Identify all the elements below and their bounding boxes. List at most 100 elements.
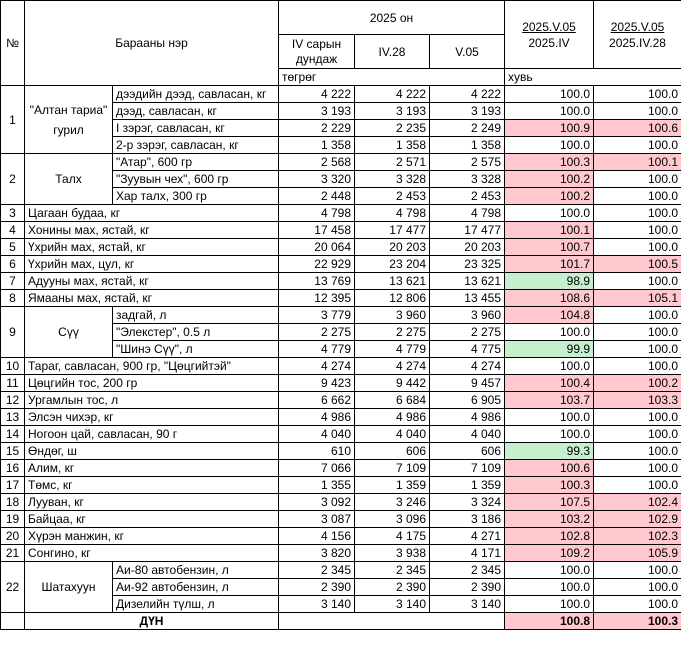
header-product: Барааны нэр bbox=[24, 0, 279, 86]
price-apr28: 6 684 bbox=[354, 391, 430, 409]
price-april-avg: 7 066 bbox=[278, 459, 355, 477]
pct-vs-apr28: 102.3 bbox=[593, 527, 681, 545]
pct-vs-apr28: 100.0 bbox=[593, 238, 681, 256]
pct-vs-apr28: 100.0 bbox=[593, 170, 681, 188]
price-apr28: 4 040 bbox=[354, 425, 430, 443]
price-apr28: 1 359 bbox=[354, 476, 430, 494]
row-number: 6 bbox=[0, 255, 25, 273]
price-may05: 3 324 bbox=[429, 493, 505, 511]
pct-vs-apr28: 100.0 bbox=[593, 221, 681, 239]
price-april-avg: 3 087 bbox=[278, 510, 355, 528]
group-number: 2 bbox=[0, 153, 25, 205]
product-name: Хонины мах, ястай, кг bbox=[24, 221, 279, 239]
product-name: Ямааны мах, ястай, кг bbox=[24, 289, 279, 307]
price-may05: 2 390 bbox=[429, 578, 505, 596]
row-number: 10 bbox=[0, 357, 25, 375]
pct-vs-april: 100.7 bbox=[504, 238, 594, 256]
pct-vs-apr28: 100.5 bbox=[593, 255, 681, 273]
pct-vs-april: 98.9 bbox=[504, 272, 594, 290]
price-april-avg: 3 320 bbox=[278, 170, 355, 188]
table-row: 11 Цөцгийн тос, 200 гр 9 423 9 442 9 457 100.… bbox=[0, 374, 681, 392]
price-apr28: 3 328 bbox=[354, 170, 430, 188]
price-apr28: 2 345 bbox=[354, 561, 430, 579]
price-april-avg: 12 395 bbox=[278, 289, 355, 307]
header-year: 2025 он bbox=[278, 0, 505, 35]
product-name: Аи-92 автобензин, л bbox=[112, 578, 279, 596]
product-name: дээд, савласан, кг bbox=[112, 102, 279, 120]
pct-vs-april: 99.9 bbox=[504, 340, 594, 358]
row-number: 12 bbox=[0, 391, 25, 409]
header-col-apr28: IV.28 bbox=[354, 34, 430, 69]
price-may05: 4 171 bbox=[429, 544, 505, 562]
price-may05: 23 325 bbox=[429, 255, 505, 273]
pct-vs-april: 102.8 bbox=[504, 527, 594, 545]
row-number: 20 bbox=[0, 527, 25, 545]
price-april-avg: 20 064 bbox=[278, 238, 355, 256]
price-may05: 2 575 bbox=[429, 153, 505, 171]
price-may05: 2 275 bbox=[429, 323, 505, 341]
table-row: 9 Сүү задгай, л3 779 3 960 3 960 104.8 100.0 bbox=[0, 306, 681, 358]
price-april-avg: 4 274 bbox=[278, 357, 355, 375]
price-may05: 6 905 bbox=[429, 391, 505, 409]
product-name: Сонгино, кг bbox=[24, 544, 279, 562]
group-name: Талх bbox=[24, 153, 113, 205]
table-row: 3 Цагаан будаа, кг 4 798 4 798 4 798 100.0 100… bbox=[0, 204, 681, 222]
product-name: Төмс, кг bbox=[24, 476, 279, 494]
group-number: 22 bbox=[0, 561, 25, 613]
pct-vs-april: 104.8 bbox=[504, 306, 594, 324]
price-april-avg: 2 390 bbox=[278, 578, 355, 596]
table-row: 13 Элсэн чихэр, кг 4 986 4 986 4 986 100.0 100… bbox=[0, 408, 681, 426]
table-row: 21 Сонгино, кг 3 820 3 938 4 171 109.2 105.9 bbox=[0, 544, 681, 562]
product-name: дээдийн дээд, савласан, кг bbox=[112, 85, 279, 103]
pct-vs-april: 100.0 bbox=[504, 357, 594, 375]
price-april-avg: 3 193 bbox=[278, 102, 355, 120]
price-april-avg: 6 662 bbox=[278, 391, 355, 409]
table-row: 5 Үхрийн мах, ястай, кг 20 064 20 203 20 203… bbox=[0, 238, 681, 256]
pct-vs-apr28: 103.3 bbox=[593, 391, 681, 409]
row-number: 16 bbox=[0, 459, 25, 477]
price-may05: 3 328 bbox=[429, 170, 505, 188]
product-name: Лууван, кг bbox=[24, 493, 279, 511]
pct-vs-april: 103.7 bbox=[504, 391, 594, 409]
total-pct-vs-april: 100.8 bbox=[504, 612, 594, 630]
price-apr28: 2 390 bbox=[354, 578, 430, 596]
table-row: 10 Тараг, савласан, 900 гр, "Цөцгийтэй" 4 … bbox=[0, 357, 681, 375]
price-apr28: 4 986 bbox=[354, 408, 430, 426]
table-row: 18 Лууван, кг 3 092 3 246 3 324 107.5 102.4 bbox=[0, 493, 681, 511]
row-number: 3 bbox=[0, 204, 25, 222]
price-may05: 3 193 bbox=[429, 102, 505, 120]
price-apr28: 4 222 bbox=[354, 85, 430, 103]
pct-vs-apr28: 100.0 bbox=[593, 442, 681, 460]
pct-vs-april: 101.7 bbox=[504, 255, 594, 273]
price-april-avg: 1 355 bbox=[278, 476, 355, 494]
price-april-avg: 13 769 bbox=[278, 272, 355, 290]
price-may05: 20 203 bbox=[429, 238, 505, 256]
total-pct-vs-apr28: 100.3 bbox=[593, 612, 681, 630]
pct-vs-april: 100.4 bbox=[504, 374, 594, 392]
price-apr28: 4 798 bbox=[354, 204, 430, 222]
header-pct1-top: 2025.V.05 bbox=[522, 19, 576, 34]
price-may05: 4 271 bbox=[429, 527, 505, 545]
price-may05: 3 140 bbox=[429, 595, 505, 613]
table-row: 12 Ургамлын тос, л6 662 6 684 6 905 103.7 103… bbox=[0, 391, 681, 409]
price-may05: 13 455 bbox=[429, 289, 505, 307]
price-may05: 4 775 bbox=[429, 340, 505, 358]
row-number: 21 bbox=[0, 544, 25, 562]
pct-vs-april: 100.0 bbox=[504, 561, 594, 579]
pct-vs-april: 100.1 bbox=[504, 221, 594, 239]
total-row: ДҮН 100.8 100.3 bbox=[0, 612, 681, 630]
price-apr28: 9 442 bbox=[354, 374, 430, 392]
table-row: 17 Төмс, кг 1 355 1 359 1 359 100.3 100.0 bbox=[0, 476, 681, 494]
price-apr28: 4 175 bbox=[354, 527, 430, 545]
pct-vs-apr28: 100.0 bbox=[593, 340, 681, 358]
price-may05: 1 359 bbox=[429, 476, 505, 494]
row-number: 19 bbox=[0, 510, 25, 528]
pct-vs-apr28: 100.0 bbox=[593, 102, 681, 120]
pct-vs-april: 100.9 bbox=[504, 119, 594, 137]
pct-vs-april: 100.0 bbox=[504, 85, 594, 103]
product-name: Адууны мах, ястай, кг bbox=[24, 272, 279, 290]
table-row: 7 Адууны мах, ястай, кг 13 769 13 621 13 621… bbox=[0, 272, 681, 290]
product-name: Ногоон цай, савласан, 90 г bbox=[24, 425, 279, 443]
price-april-avg: 4 798 bbox=[278, 204, 355, 222]
header-no: № bbox=[0, 0, 25, 86]
